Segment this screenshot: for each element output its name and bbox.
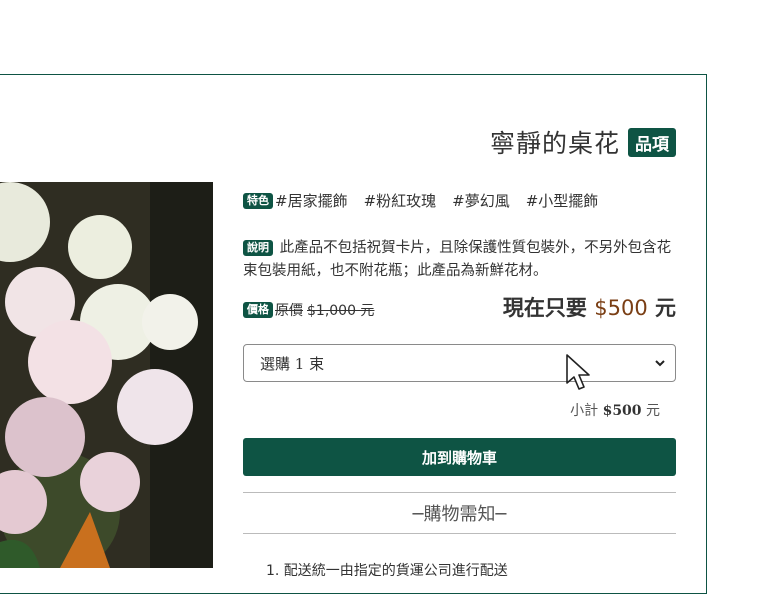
- original-price: 價格 原價 $1,000 元: [243, 300, 374, 320]
- add-to-cart-button[interactable]: 加到購物車: [243, 438, 676, 476]
- subtotal-amount: $500: [602, 403, 642, 419]
- feature-badge: 特色: [243, 192, 273, 209]
- product-image-roses: [0, 182, 213, 568]
- subtotal: 小計 $500 元: [570, 400, 660, 420]
- current-price-label: 現在只要: [502, 296, 587, 320]
- product-title-row: 寧靜的桌花 品項: [490, 124, 676, 160]
- feature-tags: 特色 #居家擺飾 #粉紅玫瑰 #夢幻風 #小型擺飾: [243, 190, 614, 211]
- product-description: 說明 此產品不包括祝賀卡片，且除保護性質包裝外，不另外包含花束包裝用紙，也不附花…: [243, 237, 675, 283]
- subtotal-label: 小計: [570, 403, 599, 419]
- shopping-notice-heading: ─購物需知─: [243, 492, 676, 534]
- current-price-unit: 元: [655, 296, 676, 320]
- product-title: 寧靜的桌花: [489, 129, 620, 158]
- description-badge: 說明: [243, 240, 273, 256]
- notice-list-item: 1. 配送統一由指定的貨運公司進行配送: [266, 563, 508, 579]
- tag-small-decor[interactable]: #小型擺飾: [526, 190, 599, 211]
- tag-home-decor[interactable]: #居家擺飾: [275, 190, 348, 211]
- description-text: 此產品不包括祝賀卡片，且除保護性質包裝外，不另外包含花束包裝用紙，也不附花瓶；此…: [243, 240, 672, 279]
- tag-pink-rose[interactable]: #粉紅玫瑰: [364, 190, 437, 211]
- mouse-pointer-icon: [565, 353, 593, 393]
- quantity-select[interactable]: 選購 1 束: [243, 344, 676, 382]
- current-price-amount: $500: [594, 296, 648, 320]
- price-badge: 價格: [243, 302, 273, 318]
- original-amount: $1,000 元: [307, 303, 375, 319]
- quantity-select-value: 選購 1 束: [260, 354, 325, 373]
- tag-dreamy[interactable]: #夢幻風: [452, 190, 510, 211]
- price-row: 價格 原價 $1,000 元 現在只要 $500 元: [243, 292, 676, 322]
- title-badge: 品項: [628, 127, 676, 157]
- chevron-down-icon: [653, 356, 667, 370]
- current-price: 現在只要 $500 元: [503, 292, 676, 322]
- subtotal-unit: 元: [646, 403, 660, 419]
- original-label: 原價: [275, 303, 303, 319]
